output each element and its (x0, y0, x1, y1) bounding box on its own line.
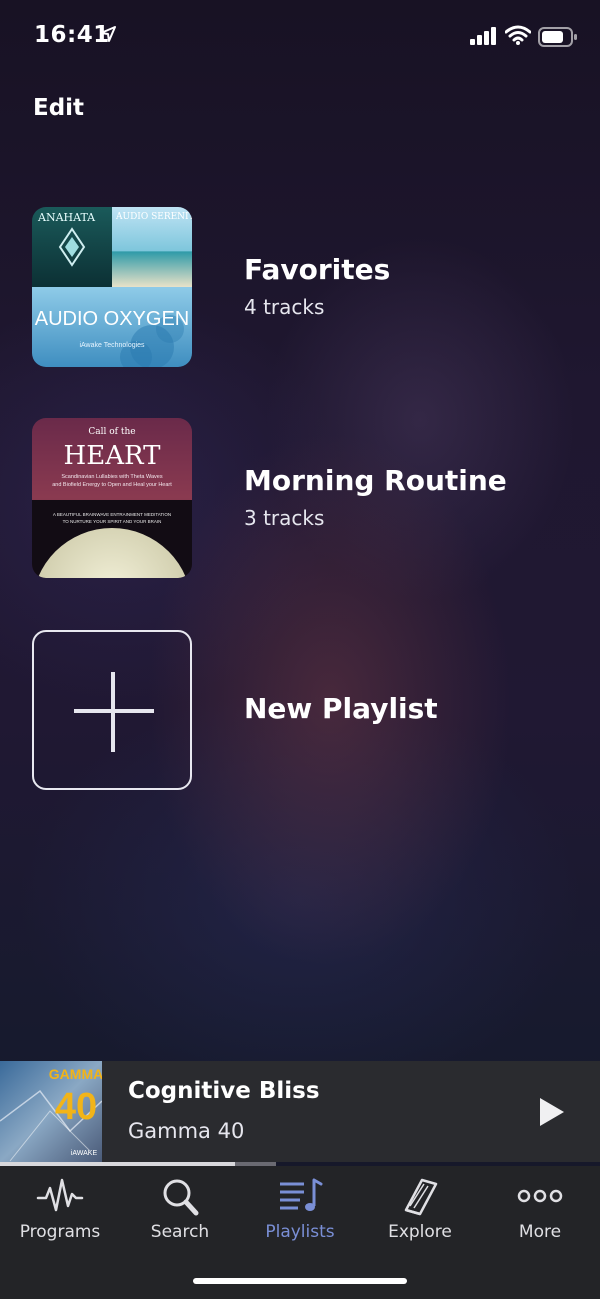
cover-text-anahata: ANAHATA (37, 211, 96, 224)
location-arrow-icon (100, 26, 116, 42)
now-playing-artwork: GAMMA 40 iAWAKE (0, 1061, 102, 1162)
cover-text-line4: TO NURTURE YOUR SPIRIT AND YOUR BRAIN (63, 519, 162, 524)
gamma-40-cover-image: GAMMA 40 iAWAKE (0, 1061, 102, 1162)
more-icon (517, 1189, 563, 1203)
cellular-signal-icon (470, 27, 496, 45)
cover-text-iawake: iAWAKE (71, 1150, 98, 1157)
cover-text-iawake: iAwake Technologies (79, 342, 145, 349)
playlist-cover-morning-routine: Call of the HEART Scandinavian Lullabies… (32, 418, 192, 578)
cover-text-heart: HEART (64, 441, 162, 471)
mini-player[interactable]: GAMMA 40 iAWAKE Cognitive Bliss Gamma 40 (0, 1061, 600, 1162)
tab-label: Programs (19, 1222, 101, 1242)
waveform-icon (36, 1178, 84, 1212)
cover-text-40: 40 (55, 1086, 97, 1128)
playlist-track-count: 4 tracks (244, 295, 325, 319)
playlist-cover-favorites: ANAHATA AUDIO SERENITY AUDIO OXYGEN iAwa… (32, 207, 192, 367)
cover-text-audio-oxygen: AUDIO OXYGEN (35, 308, 189, 330)
new-playlist-tile[interactable] (32, 630, 192, 790)
tab-programs[interactable]: Programs (0, 1166, 120, 1266)
album-collage-image: ANAHATA AUDIO SERENITY AUDIO OXYGEN iAwa… (32, 207, 192, 367)
playlist-row-favorites[interactable]: ANAHATA AUDIO SERENITY AUDIO OXYGEN iAwa… (0, 207, 600, 369)
wifi-icon (505, 25, 531, 45)
plus-icon-vertical (111, 672, 115, 752)
tab-search[interactable]: Search (120, 1166, 240, 1266)
now-playing-subtitle: Gamma 40 (128, 1119, 245, 1143)
call-of-the-heart-cover-image: Call of the HEART Scandinavian Lullabies… (32, 418, 192, 578)
playlist-title: Favorites (244, 253, 391, 286)
cover-text-gamma: GAMMA (49, 1066, 102, 1082)
status-bar: 16:41 (0, 0, 600, 70)
tab-label: More (518, 1222, 562, 1242)
new-playlist-label: New Playlist (244, 692, 438, 725)
home-indicator[interactable] (193, 1278, 407, 1284)
cover-text-line3: A BEAUTIFUL BRAINWAVE ENTRAINMENT MEDITA… (53, 512, 171, 517)
cover-text-audio-serenity: AUDIO SERENITY (115, 212, 192, 222)
tab-label: Search (150, 1222, 210, 1242)
playlist-title: Morning Routine (244, 464, 507, 497)
play-icon[interactable] (538, 1096, 566, 1128)
playlist-row-morning-routine[interactable]: Call of the HEART Scandinavian Lullabies… (0, 418, 600, 580)
tab-more[interactable]: More (480, 1166, 600, 1266)
tab-label: Explore (388, 1222, 452, 1242)
search-icon (163, 1179, 199, 1216)
status-time: 16:41 (34, 22, 110, 48)
playlist-track-count: 3 tracks (244, 506, 325, 530)
playlists-icon (280, 1178, 323, 1211)
tab-explore[interactable]: Explore (360, 1166, 480, 1266)
edit-button[interactable]: Edit (33, 95, 84, 121)
book-icon (404, 1178, 438, 1216)
new-playlist-row[interactable]: New Playlist (0, 630, 600, 792)
battery-icon (538, 27, 577, 47)
cover-text-line1: Scandinavian Lullabies with Theta Waves (61, 474, 162, 480)
tab-label: Playlists (265, 1222, 335, 1242)
now-playing-title: Cognitive Bliss (128, 1078, 320, 1104)
tab-playlists[interactable]: Playlists (240, 1166, 360, 1266)
cover-text-line2: and Biofield Energy to Open and Heal you… (52, 482, 172, 488)
cover-text-call-of-the: Call of the (88, 427, 135, 437)
